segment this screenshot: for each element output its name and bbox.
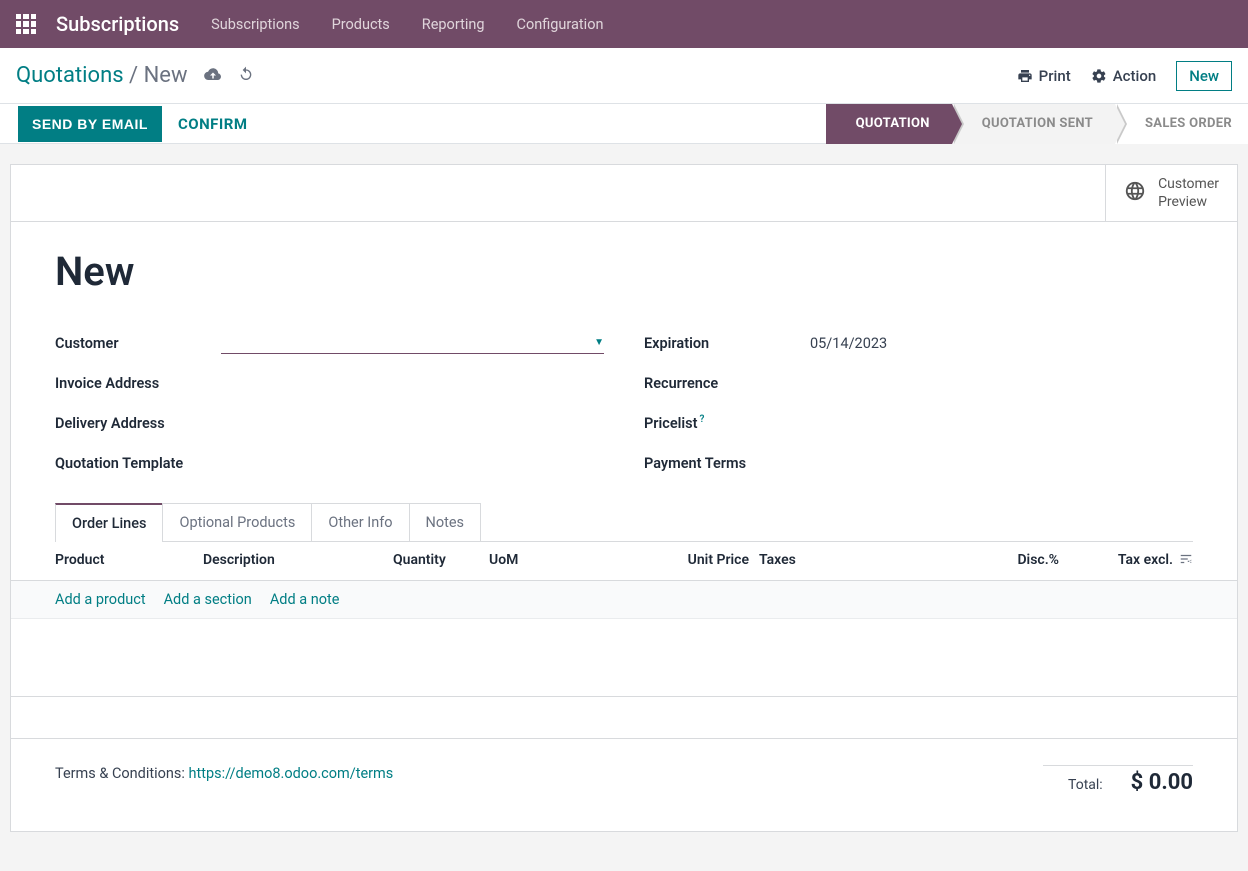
add-product-link[interactable]: Add a product: [55, 591, 146, 608]
status-stages: QUOTATION QUOTATION SENT SALES ORDER: [826, 104, 1248, 144]
discard-icon[interactable]: [238, 66, 254, 86]
nav-subscriptions[interactable]: Subscriptions: [211, 16, 299, 33]
table-empty-row: [11, 697, 1237, 739]
breadcrumb-bar: Quotations / New Print Action New: [0, 48, 1248, 104]
nav-configuration[interactable]: Configuration: [517, 16, 604, 33]
add-section-link[interactable]: Add a section: [164, 591, 252, 608]
breadcrumb: Quotations / New: [16, 63, 188, 88]
send-by-email-button[interactable]: SEND BY EMAIL: [18, 106, 162, 142]
th-description: Description: [203, 552, 393, 570]
th-unit-price: Unit Price: [669, 552, 749, 570]
pricelist-label: Pricelist?: [644, 414, 810, 432]
th-product: Product: [55, 552, 203, 570]
table-action-row: Add a product Add a section Add a note: [11, 581, 1237, 619]
tab-optional-products[interactable]: Optional Products: [162, 503, 312, 542]
page-title: New: [55, 248, 1193, 295]
tabs: Order Lines Optional Products Other Info…: [55, 503, 1193, 542]
apps-grid-icon[interactable]: [16, 14, 36, 34]
customer-text-input[interactable]: [221, 335, 590, 351]
columns-settings-icon[interactable]: [1173, 552, 1193, 570]
globe-icon: [1124, 180, 1146, 207]
total-label: Total:: [1068, 777, 1103, 793]
tab-order-lines[interactable]: Order Lines: [55, 503, 163, 542]
terms-link[interactable]: https://demo8.odoo.com/terms: [189, 765, 394, 782]
invoice-address-label: Invoice Address: [55, 375, 221, 392]
preview-line1: Customer: [1158, 175, 1219, 193]
help-icon[interactable]: ?: [700, 414, 705, 425]
action-bar: SEND BY EMAIL CONFIRM QUOTATION QUOTATIO…: [0, 104, 1248, 144]
customer-input[interactable]: ▼: [221, 333, 604, 354]
expiration-label: Expiration: [644, 335, 810, 352]
print-button[interactable]: Print: [1017, 67, 1071, 85]
nav-products[interactable]: Products: [332, 16, 390, 33]
nav-reporting[interactable]: Reporting: [422, 16, 485, 33]
cloud-upload-icon[interactable]: [204, 66, 222, 85]
th-taxes: Taxes: [749, 552, 989, 570]
tab-other-info[interactable]: Other Info: [311, 503, 409, 542]
action-button[interactable]: Action: [1091, 67, 1156, 85]
preview-line2: Preview: [1158, 193, 1219, 211]
tab-notes[interactable]: Notes: [409, 503, 482, 542]
th-tax-excl: Tax excl.: [1059, 552, 1173, 570]
th-disc: Disc.%: [989, 552, 1059, 570]
recurrence-label: Recurrence: [644, 375, 810, 392]
total-value: $ 0.00: [1131, 770, 1193, 795]
customer-preview-button[interactable]: Customer Preview: [1105, 165, 1237, 221]
caret-down-icon[interactable]: ▼: [594, 337, 604, 348]
customer-label: Customer: [55, 335, 221, 352]
breadcrumb-current: New: [144, 63, 188, 88]
table-empty-row: [11, 619, 1237, 697]
terms-text: Terms & Conditions: https://demo8.odoo.c…: [55, 765, 393, 782]
th-quantity: Quantity: [393, 552, 489, 570]
stage-sales-order[interactable]: SALES ORDER: [1115, 104, 1248, 144]
total-box: Total: $ 0.00: [1043, 765, 1193, 795]
stage-quotation-sent[interactable]: QUOTATION SENT: [952, 104, 1115, 144]
stage-quotation[interactable]: QUOTATION: [826, 104, 952, 144]
confirm-button[interactable]: CONFIRM: [178, 115, 248, 133]
delivery-address-label: Delivery Address: [55, 415, 221, 432]
th-uom: UoM: [489, 552, 669, 570]
quotation-template-label: Quotation Template: [55, 455, 221, 472]
app-name: Subscriptions: [56, 12, 179, 36]
action-label: Action: [1113, 67, 1156, 85]
payment-terms-label: Payment Terms: [644, 455, 810, 472]
print-label: Print: [1039, 67, 1071, 85]
new-button[interactable]: New: [1176, 61, 1232, 91]
top-nav: Subscriptions Subscriptions Products Rep…: [0, 0, 1248, 48]
breadcrumb-parent-link[interactable]: Quotations: [16, 63, 124, 88]
nav-items: Subscriptions Products Reporting Configu…: [211, 16, 603, 33]
form-sheet: Customer Preview New Customer ▼: [10, 164, 1238, 832]
add-note-link[interactable]: Add a note: [270, 591, 340, 608]
table-header: Product Description Quantity UoM Unit Pr…: [11, 542, 1237, 581]
expiration-value[interactable]: 05/14/2023: [810, 335, 1193, 352]
